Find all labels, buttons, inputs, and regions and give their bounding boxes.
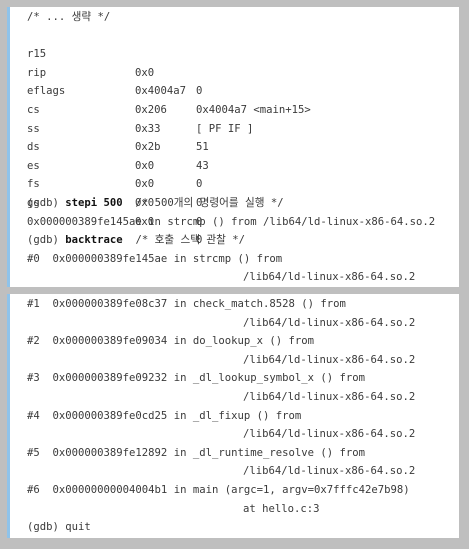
backtrace-command-line: (gdb) backtrace /* 호출 스택 관찰 */ [27,231,459,250]
frame-library: /lib64/ld-linux-x86-64.so.2 [243,390,416,403]
register-row: eflags 0x206 [ PF IF ] [27,64,459,134]
stack-frame-0: #0 0x000000389fe145ae in strcmp () from [27,252,283,265]
register-row: rip 0x4004a7 0x4004a7 <main+15> [27,45,459,116]
stack-frame-continued: /lib64/ld-linux-x86-64.so.2 [27,351,459,370]
stack-frame: #1 0x000000389fe08c37 in check_match.852… [27,298,346,310]
terminal-panel-bottom: #1 0x000000389fe08c37 in check_match.852… [7,294,459,538]
stack-frame-0-continued: /lib64/ld-linux-x86-64.so.2 [27,268,459,287]
frame-library: /lib64/ld-linux-x86-64.so.2 [243,353,416,366]
register-row: gs 0x0 0 [27,175,459,246]
frame-library: /lib64/ld-linux-x86-64.so.2 [243,428,416,441]
stack-frame-continued: at hello.c:3 [27,500,459,519]
frame-library: /lib64/ld-linux-x86-64.so.2 [243,316,416,329]
stack-frame: #2 0x000000389fe09034 in do_lookup_x () … [27,335,315,348]
register-row: ds 0x0 0 [27,120,459,190]
register-row: es 0x0 0 [27,138,459,209]
stepi-command-line: (gdb) stepi 500 /* 500개의 명령어를 실행 */ [27,194,459,213]
register-row: cs 0x33 51 [27,82,459,153]
terminal-panel-top: /* ... 생략 */ r15 0x0 0 rip 0x4004a7 0x40… [7,7,459,287]
frame-library: /lib64/ld-linux-x86-64.so.2 [243,465,416,478]
register-row: fs 0x0 0 [27,157,459,227]
stack-frame-continued: /lib64/ld-linux-x86-64.so.2 [27,388,459,407]
stack-frame-continued: /lib64/ld-linux-x86-64.so.2 [27,314,459,333]
stepi-command: stepi 500 [65,196,123,209]
comment-line: /* ... 생략 */ [27,11,111,23]
stack-frame: #6 0x00000000004004b1 in main (argc=1, a… [27,483,410,496]
gdb-prompt: (gdb) [27,196,66,209]
stack-frame-continued: /lib64/ld-linux-x86-64.so.2 [27,462,459,481]
frame-source-location: at hello.c:3 [243,502,320,515]
stack-frame: #5 0x000000389fe12892 in _dl_runtime_res… [27,446,366,459]
stepi-comment: /* 500개의 명령어를 실행 */ [122,196,284,209]
backtrace-command: backtrace [65,234,123,247]
stack-frame: #4 0x000000389fe0cd25 in _dl_fixup () fr… [27,409,302,422]
register-row: ss 0x2b 43 [27,101,459,172]
gdb-prompt: (gdb) [27,234,66,247]
register-row: r15 0x0 0 [27,27,459,97]
stack-frame-continued: /lib64/ld-linux-x86-64.so.2 [27,425,459,444]
stack-frame: #3 0x000000389fe09232 in _dl_lookup_symb… [27,372,366,385]
quit-command-line: (gdb) quit [27,521,91,534]
frame-library: /lib64/ld-linux-x86-64.so.2 [243,271,416,284]
stepi-result: 0x000000389fe145ae in strcmp () from /li… [27,215,436,228]
backtrace-comment: /* 호출 스택 관찰 */ [122,234,245,247]
